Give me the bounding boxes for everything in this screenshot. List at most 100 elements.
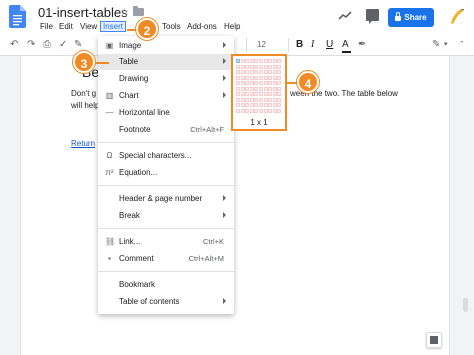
table-grid-cell[interactable]	[277, 86, 282, 91]
table-grid-cell[interactable]	[245, 64, 250, 69]
menu-help[interactable]: Help	[222, 21, 242, 32]
menu-item-image[interactable]: ▣ Image	[98, 38, 234, 54]
table-grid-cell[interactable]	[240, 75, 245, 80]
table-grid-cell[interactable]	[277, 97, 282, 102]
table-grid-cell[interactable]	[268, 108, 273, 113]
table-grid-cell[interactable]	[249, 97, 254, 102]
table-grid-cell[interactable]	[263, 108, 268, 113]
menu-item-equation[interactable]: π² Equation...	[98, 165, 234, 181]
menu-addons[interactable]: Add-ons	[185, 21, 219, 32]
table-grid-cell[interactable]	[272, 108, 277, 113]
menu-item-break[interactable]: Break	[98, 208, 234, 224]
table-grid-cell[interactable]	[277, 81, 282, 85]
table-grid-cell[interactable]	[268, 92, 273, 96]
menu-tools[interactable]: Tools	[160, 21, 183, 32]
table-grid-cell[interactable]	[236, 64, 240, 69]
table-grid-cell[interactable]	[249, 92, 254, 96]
collapse-toolbar-icon[interactable]: ⌃	[459, 39, 465, 51]
text-color-icon[interactable]: A	[342, 39, 351, 53]
table-grid-cell[interactable]	[240, 108, 245, 113]
table-grid-cell[interactable]	[249, 108, 254, 113]
table-grid-cell[interactable]	[236, 86, 240, 91]
menu-file[interactable]: File	[38, 21, 55, 32]
menu-item-table-of-contents[interactable]: Table of contents	[98, 294, 234, 310]
table-grid-cell[interactable]	[240, 70, 245, 74]
table-grid-cell[interactable]	[263, 75, 268, 80]
table-grid-cell[interactable]	[268, 70, 273, 74]
avatar[interactable]	[445, 5, 469, 29]
menu-item-comment[interactable]: ▪ Comment Ctrl+Alt+M	[98, 251, 234, 267]
table-grid-cell[interactable]	[240, 86, 245, 91]
font-size-field[interactable]: 12	[252, 38, 282, 52]
highlight-icon[interactable]: ✒	[358, 39, 366, 51]
menu-item-special-characters[interactable]: Ω Special characters...	[98, 148, 234, 164]
table-grid-cell[interactable]	[236, 92, 240, 96]
table-grid-cell[interactable]	[254, 70, 259, 74]
table-grid-cell[interactable]	[254, 64, 259, 69]
print-icon[interactable]: ⎙	[43, 39, 51, 51]
table-grid-cell[interactable]	[272, 75, 277, 80]
table-grid-cell[interactable]	[254, 97, 259, 102]
undo-icon[interactable]: ↶	[10, 39, 18, 51]
table-grid-cell[interactable]	[272, 70, 277, 74]
folder-icon[interactable]	[133, 6, 144, 16]
table-grid-cell[interactable]	[268, 64, 273, 69]
table-grid-cell[interactable]	[245, 75, 250, 80]
underline-icon[interactable]: U	[326, 39, 333, 51]
table-grid-cell[interactable]	[259, 70, 263, 74]
table-grid-cell[interactable]	[259, 97, 263, 102]
editing-mode-icon[interactable]: ✎	[432, 39, 440, 51]
table-grid-cell[interactable]	[259, 81, 263, 85]
menu-item-horizontal-line[interactable]: — Horizontal line	[98, 105, 234, 121]
table-grid-cell[interactable]	[236, 59, 240, 63]
table-grid-cell[interactable]	[245, 86, 250, 91]
table-grid-cell[interactable]	[277, 108, 282, 113]
table-grid-cell[interactable]	[272, 81, 277, 85]
table-grid-cell[interactable]	[254, 86, 259, 91]
table-grid-cell[interactable]	[263, 86, 268, 91]
table-grid-cell[interactable]	[236, 75, 240, 80]
table-grid-cell[interactable]	[272, 92, 277, 96]
menu-item-link[interactable]: ⛓ Link... Ctrl+K	[98, 234, 234, 250]
bold-icon[interactable]: B	[296, 39, 303, 51]
redo-icon[interactable]: ↷	[27, 39, 35, 51]
table-grid-cell[interactable]	[277, 75, 282, 80]
table-grid-cell[interactable]	[259, 92, 263, 96]
document-title[interactable]: 01-insert-tables	[38, 5, 128, 20]
table-grid-cell[interactable]	[245, 59, 250, 63]
table-grid-cell[interactable]	[272, 103, 277, 107]
table-grid-cell[interactable]	[249, 70, 254, 74]
table-grid-cell[interactable]	[259, 59, 263, 63]
table-grid-cell[interactable]	[268, 81, 273, 85]
table-grid-cell[interactable]	[263, 97, 268, 102]
table-grid-cell[interactable]	[245, 108, 250, 113]
explore-button[interactable]	[426, 332, 442, 348]
menu-edit[interactable]: Edit	[57, 21, 75, 32]
table-grid-cell[interactable]	[259, 86, 263, 91]
table-grid-cell[interactable]	[272, 64, 277, 69]
table-grid-cell[interactable]	[268, 86, 273, 91]
table-grid-cell[interactable]	[277, 70, 282, 74]
table-grid-cell[interactable]	[254, 75, 259, 80]
table-grid-cell[interactable]	[249, 75, 254, 80]
body-text-line-2-left[interactable]: will help	[71, 101, 99, 110]
table-grid-cell[interactable]	[254, 108, 259, 113]
table-grid-cell[interactable]	[263, 59, 268, 63]
table-grid-cell[interactable]	[240, 64, 245, 69]
menu-item-header-page-number[interactable]: Header & page number	[98, 191, 234, 207]
table-grid-cell[interactable]	[240, 103, 245, 107]
table-grid-cell[interactable]	[249, 103, 254, 107]
table-grid-cell[interactable]	[259, 108, 263, 113]
table-grid-cell[interactable]	[263, 103, 268, 107]
table-grid-cell[interactable]	[277, 59, 282, 63]
return-link[interactable]: Return	[71, 139, 95, 148]
table-grid-cell[interactable]	[249, 59, 254, 63]
menu-item-footnote[interactable]: Footnote Ctrl+Alt+F	[98, 122, 234, 138]
table-grid-cell[interactable]	[272, 86, 277, 91]
table-grid-cell[interactable]	[259, 103, 263, 107]
menu-view[interactable]: View	[78, 21, 99, 32]
table-grid-cell[interactable]	[254, 59, 259, 63]
table-grid-cell[interactable]	[268, 59, 273, 63]
menu-item-chart[interactable]: ▥ Chart	[98, 88, 234, 104]
menu-item-bookmark[interactable]: Bookmark	[98, 277, 234, 293]
